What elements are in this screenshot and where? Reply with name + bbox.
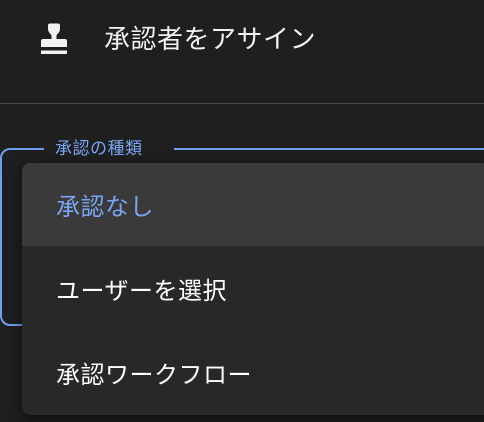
option-no-approval[interactable]: 承認なし [22,163,484,246]
stamp-icon [41,23,67,54]
approval-type-dropdown-menu: 承認なし ユーザーを選択 承認ワークフロー [22,163,484,415]
approval-type-legend: 承認の種類 [55,139,143,159]
option-approval-workflow[interactable]: 承認ワークフロー [22,331,484,414]
assign-approver-label: 承認者をアサイン [104,25,317,55]
divider [0,103,484,104]
option-select-user[interactable]: ユーザーを選択 [22,247,484,330]
assign-approver-item[interactable]: 承認者をアサイン [0,0,484,80]
